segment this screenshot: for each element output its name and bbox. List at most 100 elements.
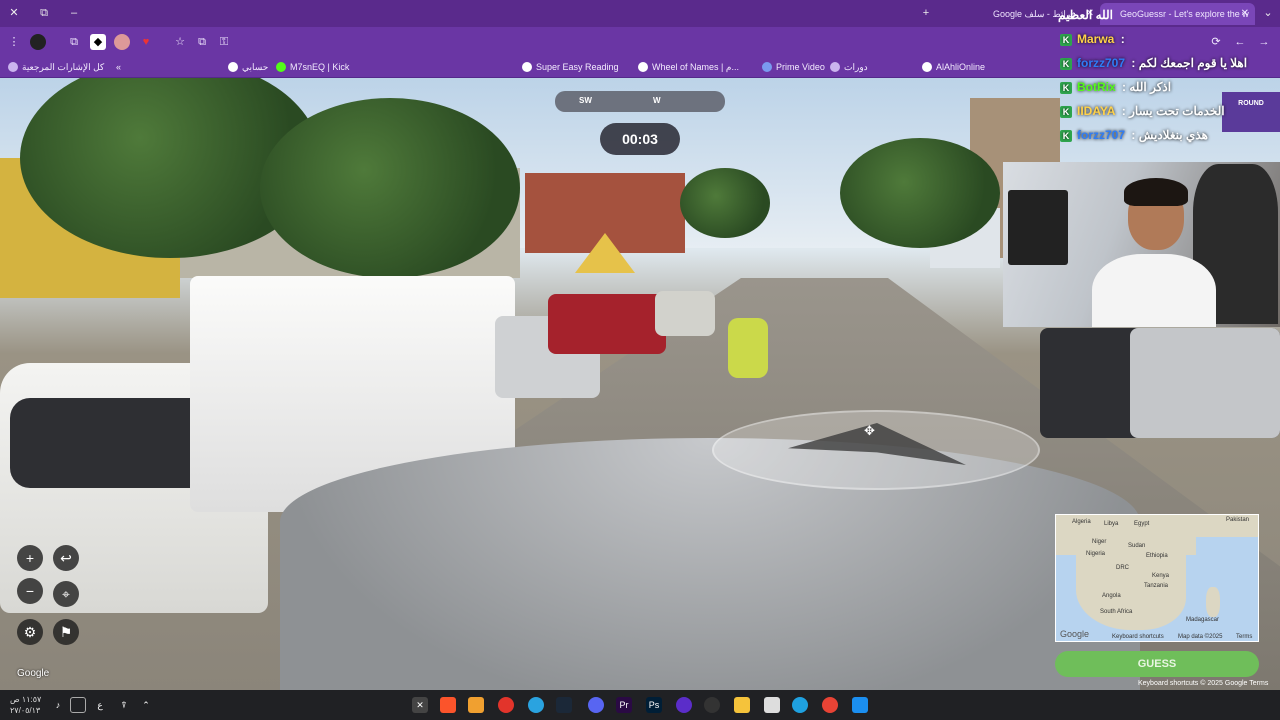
google-watermark: Google: [17, 668, 50, 679]
app-icon[interactable]: [704, 697, 720, 713]
tab-label: GeoGuessr - Let's explore the w: [1120, 9, 1249, 19]
photoshop-icon[interactable]: Ps: [646, 697, 662, 713]
kick-badge-icon: K: [1060, 57, 1072, 70]
hair: [1124, 178, 1188, 206]
chrome-icon[interactable]: [822, 697, 838, 713]
return-to-start-button[interactable]: ⌖: [53, 581, 79, 607]
guess-button[interactable]: GUESS: [1055, 651, 1259, 677]
flag-button[interactable]: ⚑: [53, 619, 79, 645]
bookmark-item[interactable]: M7snEQ | Kick: [276, 60, 349, 74]
chat-message: K IIDAYA : الخدمات تحت يسار: [1060, 104, 1280, 128]
folder-icon: [830, 62, 840, 72]
bookmark-item[interactable]: Super Easy Reading: [522, 60, 619, 74]
store-icon[interactable]: [764, 697, 780, 713]
windows-start-icon[interactable]: [852, 697, 868, 713]
compass-bar: SW W: [555, 91, 725, 112]
chevron-down-icon[interactable]: ⌄: [1258, 4, 1278, 22]
undo-move-button[interactable]: ↩: [53, 545, 79, 571]
telegram-icon[interactable]: [528, 697, 544, 713]
car-hood: [280, 438, 1140, 690]
premiere-icon[interactable]: Pr: [616, 697, 632, 713]
extension-icon[interactable]: ⧉: [66, 34, 82, 50]
pc-tower: [1008, 190, 1068, 265]
share-icon[interactable]: ⧉: [194, 34, 210, 50]
bookmark-item[interactable]: حسابي: [228, 60, 268, 74]
bookmark-item[interactable]: AlAhliOnline: [922, 60, 985, 74]
bookmark-item[interactable]: Prime Video: [762, 60, 825, 74]
discord-icon[interactable]: [588, 697, 604, 713]
tree: [680, 168, 770, 238]
map-label: Ethiopia: [1146, 553, 1168, 559]
chat-message: Kforzz707 : هذي بنغلاديش: [1060, 128, 1280, 152]
monitor-icon[interactable]: [70, 697, 86, 713]
chat-message: K Marwa :: [1060, 32, 1280, 56]
round-timer: 00:03: [600, 123, 680, 155]
globe-icon: [922, 62, 932, 72]
red-car: [548, 294, 666, 354]
new-tab-button[interactable]: +: [916, 4, 936, 22]
bookmark-item[interactable]: دورات: [830, 60, 868, 74]
bookmark-item[interactable]: Wheel of Names | م...: [638, 60, 739, 74]
extension-icon[interactable]: [30, 34, 46, 50]
map-label[interactable]: Terms: [1236, 634, 1252, 640]
map-label[interactable]: Keyboard shortcuts: [1112, 634, 1164, 640]
file-explorer-icon[interactable]: [734, 697, 750, 713]
move-cursor-icon: ✥: [864, 423, 875, 438]
map-label: Pakistan: [1226, 517, 1250, 523]
edge-icon[interactable]: [792, 697, 808, 713]
map-label: Map data ©2025: [1178, 634, 1223, 640]
bookmark-all[interactable]: كل الإشارات المرجعية: [8, 60, 104, 74]
globe-icon: [228, 62, 238, 72]
chat-username: Marwa: [1077, 32, 1115, 46]
chat-message: Kforzz707 : اهلا يا قوم اجمعك لكم: [1060, 56, 1280, 80]
app-icon[interactable]: ✕: [412, 697, 428, 713]
brave-icon[interactable]: [440, 697, 456, 713]
language-indicator[interactable]: ع: [92, 697, 108, 713]
close-tab-icon[interactable]: ✕: [1241, 3, 1249, 25]
extension-icon[interactable]: [114, 34, 130, 50]
browser-titlebar: ✕ ⧉ – + Google خرائط - سلف ✕ GeoGuessr -…: [0, 0, 1280, 27]
extension-icon[interactable]: ♥: [138, 34, 154, 50]
map-label: Nigeria: [1086, 551, 1106, 557]
map-label: DRC: [1116, 565, 1129, 571]
chat-text: اهلا يا قوم اجمعك لكم: [1138, 56, 1248, 70]
kick-icon: [276, 62, 286, 72]
globe-icon: [522, 62, 532, 72]
map-label: Madagascar: [1186, 617, 1220, 623]
chat-username: forzz707: [1077, 56, 1126, 70]
microphone-icon[interactable]: ⍒: [116, 697, 132, 713]
chat-username: IIDAYA: [1077, 104, 1116, 118]
zoom-out-button[interactable]: −: [17, 578, 43, 604]
extension-icon[interactable]: ◆: [90, 34, 106, 50]
streamer: [1088, 174, 1218, 327]
tab-geoguessr[interactable]: GeoGuessr - Let's explore the w ✕: [1100, 3, 1255, 25]
bookmark-star-icon[interactable]: ☆: [172, 34, 188, 50]
chat-text: اذكر الله: [1129, 80, 1172, 94]
steam-icon[interactable]: [556, 697, 572, 713]
app-icon[interactable]: [498, 697, 514, 713]
menu-icon[interactable]: ⋮: [6, 34, 22, 50]
globe-icon: [638, 62, 648, 72]
motorcycle-rider: [728, 318, 768, 378]
guess-minimap[interactable]: Algeria Libya Egypt Pakistan Niger Sudan…: [1055, 514, 1259, 642]
speaker-icon[interactable]: ♪: [50, 697, 66, 713]
app-icon[interactable]: [676, 697, 692, 713]
key-icon[interactable]: ⚿: [216, 34, 232, 50]
chevron-left-icon[interactable]: «: [116, 60, 121, 74]
settings-button[interactable]: ⚙: [17, 619, 43, 645]
close-window-icon[interactable]: ✕: [4, 4, 24, 22]
zoom-in-button[interactable]: +: [17, 545, 43, 571]
chat-username: forzz707: [1077, 128, 1126, 142]
google-logo: Google: [1060, 629, 1090, 639]
app-icon[interactable]: [468, 697, 484, 713]
system-clock[interactable]: ١١:٥٧ ص ٢٧/٠٥/١٣: [10, 694, 41, 716]
chevron-up-icon[interactable]: ⌃: [138, 697, 154, 713]
tree: [260, 98, 520, 278]
map-label: Niger: [1092, 539, 1107, 545]
compass-w: W: [653, 96, 661, 105]
map-label: Sudan: [1128, 543, 1146, 549]
chat-username: BotRix: [1077, 80, 1116, 94]
minimize-window-icon[interactable]: –: [64, 4, 84, 22]
map-label: South Africa: [1100, 609, 1133, 615]
restore-window-icon[interactable]: ⧉: [34, 4, 54, 22]
